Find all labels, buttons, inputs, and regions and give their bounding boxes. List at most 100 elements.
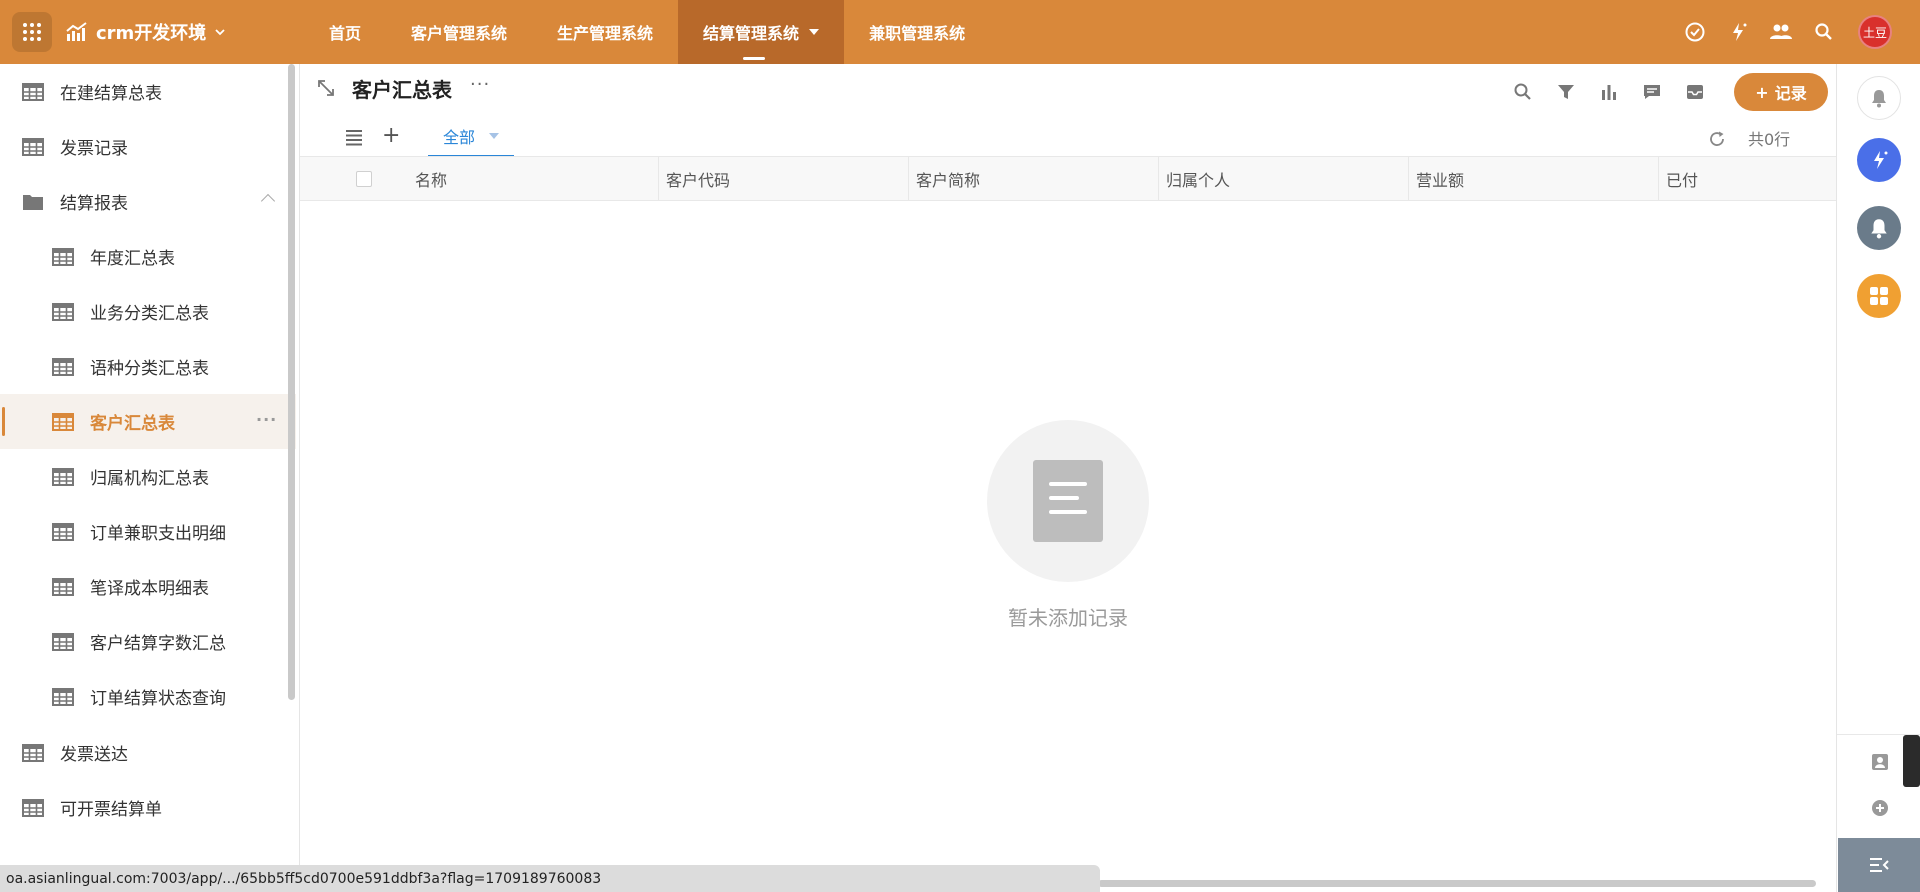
users-icon[interactable] xyxy=(1761,12,1801,52)
magic-wand-icon xyxy=(1874,151,1888,169)
notification-bell-button[interactable] xyxy=(1857,76,1901,120)
sidebar-item[interactable]: 年度汇总表 xyxy=(0,229,296,284)
list-icon[interactable] xyxy=(344,128,364,146)
status-bar-url: oa.asianlingual.com:7003/app/.../65bb5ff… xyxy=(0,865,1100,892)
grid-dots-icon xyxy=(23,23,41,41)
add-view-icon[interactable]: + xyxy=(382,125,400,147)
magic-wand-icon[interactable] xyxy=(1718,12,1758,52)
sidebar-item-label: 语种分类汇总表 xyxy=(90,359,209,379)
table-icon xyxy=(52,302,74,321)
horizontal-scrollbar[interactable] xyxy=(1098,880,1816,887)
chevron-down-icon xyxy=(215,29,225,36)
sidebar-scrollbar[interactable] xyxy=(288,64,295,700)
sidebar-item-label: 结算报表 xyxy=(60,194,128,214)
select-all-checkbox[interactable] xyxy=(356,171,372,187)
sidebar-item[interactable]: 在建结算总表 xyxy=(0,64,296,119)
collapse-rail-button[interactable] xyxy=(1838,838,1920,892)
column-header-revenue[interactable]: 营业额 xyxy=(1408,157,1658,201)
sidebar-item[interactable]: 笔译成本明细表 xyxy=(0,559,296,614)
top-bar: crm开发环境 首页 客户管理系统 生产管理系统 结算管理系统 兼职管理系统 土… xyxy=(0,0,1920,64)
table-icon xyxy=(52,412,74,431)
expand-icon[interactable] xyxy=(316,78,336,98)
apps-widget-button[interactable] xyxy=(1857,274,1901,318)
main-content: 客户汇总表 ··· + 记录 + 全部 共0行 名称 客户代码 客户简称 归属个… xyxy=(300,64,1836,887)
sidebar: 在建结算总表 发票记录结算报表年度汇总表业务分类汇总表语种分类汇总表 客户汇总表 ··… xyxy=(0,64,300,892)
sidebar-item[interactable]: 客户汇总表 ··· xyxy=(0,394,296,449)
nav-item-parttime[interactable]: 兼职管理系统 xyxy=(844,0,990,64)
empty-state-illustration xyxy=(987,420,1149,582)
more-options-icon[interactable]: ··· xyxy=(256,410,277,429)
search-icon[interactable] xyxy=(1804,12,1844,52)
folder-icon xyxy=(22,193,44,211)
sidebar-item-label: 发票记录 xyxy=(60,139,128,159)
page-title: 客户汇总表 xyxy=(352,78,452,102)
sidebar-item-label: 笔译成本明细表 xyxy=(90,579,209,599)
comment-icon[interactable] xyxy=(1630,77,1673,107)
filter-icon[interactable] xyxy=(1544,77,1587,107)
column-header-customer-code[interactable]: 客户代码 xyxy=(658,157,908,201)
sidebar-item[interactable]: 订单结算状态查询 xyxy=(0,669,296,724)
bar-chart-icon[interactable] xyxy=(1587,77,1630,107)
sidebar-item-label: 归属机构汇总表 xyxy=(90,469,209,489)
sidebar-item-label: 年度汇总表 xyxy=(90,249,175,269)
view-toolbar: + 记录 xyxy=(1501,72,1828,112)
ai-assistant-button[interactable] xyxy=(1857,138,1901,182)
sidebar-item-label: 客户汇总表 xyxy=(90,414,175,434)
empty-state-text: 暂未添加记录 xyxy=(1008,606,1128,630)
check-circle-icon[interactable] xyxy=(1675,12,1715,52)
sidebar-item-label: 在建结算总表 xyxy=(60,84,162,104)
main-nav: 首页 客户管理系统 生产管理系统 结算管理系统 兼职管理系统 xyxy=(304,0,990,64)
sidebar-item[interactable]: 业务分类汇总表 xyxy=(0,284,296,339)
column-header-owner[interactable]: 归属个人 xyxy=(1158,157,1408,201)
grid-icon xyxy=(1870,287,1888,305)
caret-down-icon xyxy=(809,29,820,35)
chart-logo-icon xyxy=(66,22,87,41)
table-icon xyxy=(52,357,74,376)
sidebar-item-label: 订单结算状态查询 xyxy=(90,689,226,709)
sidebar-item-label: 可开票结算单 xyxy=(60,800,162,820)
tab-all[interactable]: 全部 xyxy=(428,116,514,158)
app-title: crm开发环境 xyxy=(96,23,207,44)
add-chat-icon[interactable] xyxy=(1870,798,1890,818)
add-record-button[interactable]: + 记录 xyxy=(1734,73,1828,111)
avatar[interactable]: 土豆 xyxy=(1858,15,1892,49)
nav-item-customer[interactable]: 客户管理系统 xyxy=(386,0,532,64)
sidebar-item[interactable]: 发票记录 xyxy=(0,119,296,174)
nav-item-production[interactable]: 生产管理系统 xyxy=(532,0,678,64)
contact-card-icon[interactable] xyxy=(1870,752,1890,772)
bell-icon xyxy=(1872,90,1886,108)
column-header-name[interactable]: 名称 xyxy=(408,157,658,201)
sidebar-item[interactable]: 结算报表 xyxy=(0,174,296,229)
refresh-icon[interactable] xyxy=(1708,130,1726,148)
view-tabs-row: + 全部 共0行 xyxy=(300,116,1836,158)
table-icon xyxy=(52,632,74,651)
sidebar-item[interactable]: 可开票结算单 xyxy=(0,780,296,835)
column-header-customer-short-name[interactable]: 客户简称 xyxy=(908,157,1158,201)
nav-item-home[interactable]: 首页 xyxy=(304,0,386,64)
table-icon xyxy=(52,577,74,596)
column-header-paid[interactable]: 已付 xyxy=(1658,157,1836,201)
table-icon xyxy=(52,687,74,706)
table-header: 名称 客户代码 客户简称 归属个人 营业额 已付 xyxy=(300,156,1836,201)
sidebar-item-label: 客户结算字数汇总 xyxy=(90,634,226,654)
sidebar-item[interactable]: 语种分类汇总表 xyxy=(0,339,296,394)
app-launcher-button[interactable] xyxy=(12,12,52,52)
search-icon[interactable] xyxy=(1501,77,1544,107)
sidebar-item[interactable]: 订单兼职支出明细 xyxy=(0,504,296,559)
sidebar-item[interactable]: 归属机构汇总表 xyxy=(0,449,296,504)
table-icon xyxy=(22,137,44,156)
chevron-up-icon[interactable] xyxy=(260,193,276,209)
title-more-button[interactable]: ··· xyxy=(470,74,490,95)
sidebar-item[interactable]: 客户结算字数汇总 xyxy=(0,614,296,669)
document-icon xyxy=(1033,460,1103,542)
app-switcher[interactable]: crm开发环境 xyxy=(66,18,226,46)
sidebar-item-label: 发票送达 xyxy=(60,745,128,765)
nav-item-settlement[interactable]: 结算管理系统 xyxy=(678,0,845,64)
plus-icon: + xyxy=(1755,82,1769,102)
active-indicator xyxy=(2,407,5,436)
drag-handle[interactable] xyxy=(1903,735,1920,787)
sidebar-item[interactable]: 发票送达 xyxy=(0,725,296,780)
collapse-menu-icon xyxy=(1870,858,1889,872)
inbox-icon[interactable] xyxy=(1673,77,1716,107)
reminders-button[interactable] xyxy=(1857,206,1901,250)
